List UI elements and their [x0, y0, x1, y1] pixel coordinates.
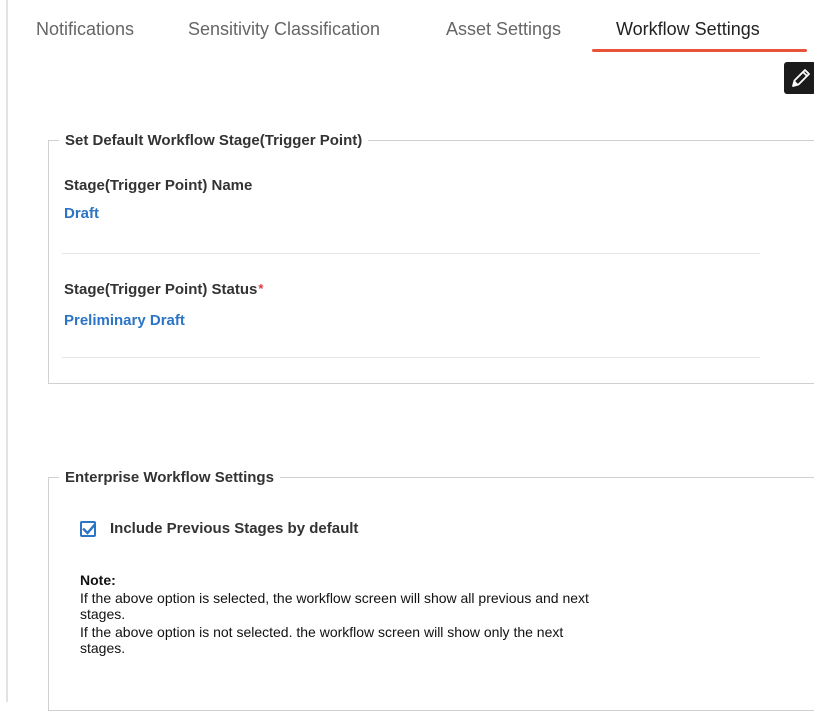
- default-workflow-stage-section: Set Default Workflow Stage(Trigger Point…: [48, 132, 814, 384]
- include-previous-stages-label: Include Previous Stages by default: [110, 520, 359, 537]
- tab-asset-settings[interactable]: Asset Settings: [446, 14, 612, 50]
- pencil-icon: [792, 69, 810, 87]
- note-title: Note:: [80, 572, 116, 588]
- edit-button[interactable]: [784, 62, 814, 94]
- note-line: If the above option is selected, the wor…: [80, 590, 589, 606]
- required-marker: *: [258, 281, 264, 296]
- enterprise-workflow-legend: Enterprise Workflow Settings: [65, 469, 274, 486]
- stage-name-divider: [62, 253, 760, 254]
- stage-name-label: Stage(Trigger Point) Name: [64, 177, 253, 194]
- tab-notifications[interactable]: Notifications: [36, 14, 188, 50]
- stage-status-label: Stage(Trigger Point) Status*: [64, 281, 264, 298]
- note-line: stages.: [80, 640, 126, 656]
- checkmark-icon: [82, 522, 97, 535]
- note-line: stages.: [80, 606, 126, 622]
- page-left-border: [6, 0, 8, 702]
- default-workflow-stage-legend: Set Default Workflow Stage(Trigger Point…: [65, 132, 363, 149]
- active-tab-indicator: [592, 49, 807, 52]
- stage-status-value[interactable]: Preliminary Draft: [64, 312, 185, 329]
- include-previous-stages-checkbox[interactable]: [80, 520, 97, 537]
- stage-status-divider: [62, 357, 760, 358]
- tab-sensitivity-classification[interactable]: Sensitivity Classification: [188, 14, 446, 50]
- include-previous-stages-option[interactable]: Include Previous Stages by default: [80, 520, 358, 537]
- stage-name-value[interactable]: Draft: [64, 205, 99, 222]
- settings-tabs: Notifications Sensitivity Classification…: [36, 14, 760, 54]
- note-line: If the above option is not selected. the…: [80, 624, 564, 640]
- tab-workflow-settings[interactable]: Workflow Settings: [616, 14, 760, 50]
